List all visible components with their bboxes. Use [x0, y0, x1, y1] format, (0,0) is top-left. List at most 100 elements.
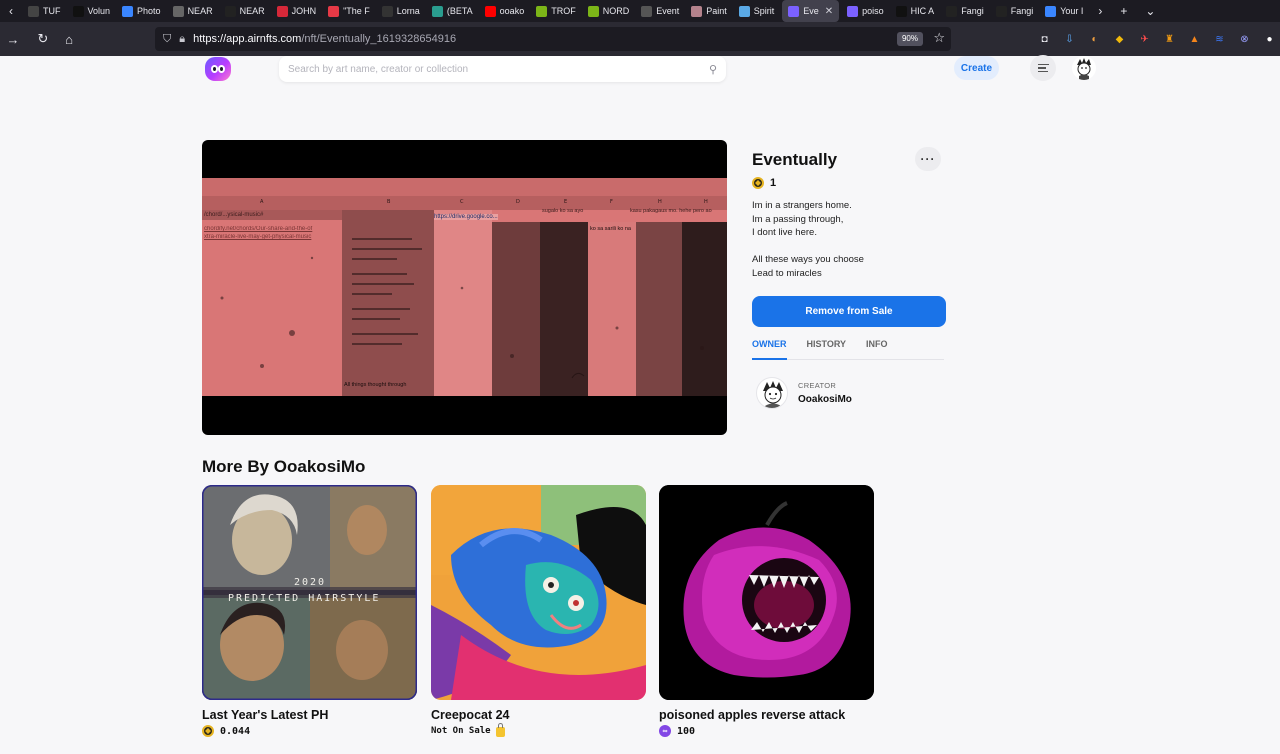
- browser-tab[interactable]: HIC A: [890, 0, 941, 22]
- tab-owner[interactable]: OWNER: [752, 339, 787, 360]
- scroll-tabs-left-icon[interactable]: ‹: [0, 4, 22, 18]
- description-line: [752, 240, 952, 254]
- browser-tab[interactable]: TROF: [530, 0, 582, 22]
- menu-button[interactable]: [1030, 55, 1056, 81]
- browser-tab[interactable]: Fangi: [940, 0, 990, 22]
- browser-tab[interactable]: Spirit: [733, 0, 781, 22]
- list-all-tabs-icon[interactable]: ⌄: [1136, 4, 1164, 18]
- description-line: I dont live here.: [752, 227, 817, 238]
- tab-info[interactable]: INFO: [866, 339, 888, 360]
- nft-media-viewer[interactable]: A B C D E F H H /chord/...ysical-music# chord…: [202, 140, 727, 435]
- tab-label: HIC A: [910, 6, 935, 16]
- extension-dot-icon[interactable]: ●: [1261, 31, 1278, 48]
- tab-label: (BETA: [446, 6, 473, 16]
- browser-tab[interactable]: Paint: [685, 0, 733, 22]
- svg-text:D: D: [516, 199, 520, 205]
- search-bar: ⚲: [279, 56, 726, 82]
- art-text-korin: ko sa sarili ko na: [590, 226, 631, 232]
- tab-history[interactable]: HISTORY: [807, 339, 847, 360]
- user-avatar[interactable]: [1072, 56, 1096, 80]
- scroll-tabs-right-icon[interactable]: ›: [1089, 4, 1111, 18]
- browser-tab[interactable]: JOHN: [271, 0, 323, 22]
- pocket-icon[interactable]: ◘: [1036, 31, 1053, 48]
- browser-tab[interactable]: Event: [635, 0, 685, 22]
- tab-favicon-icon: [431, 5, 443, 17]
- browser-tab[interactable]: TUF: [22, 0, 67, 22]
- tab-favicon-icon: [224, 5, 236, 17]
- tab-favicon-icon: [847, 5, 859, 17]
- create-button[interactable]: Create: [954, 56, 999, 80]
- card-title-creepocat-24[interactable]: Creepocat 24: [431, 708, 510, 722]
- url-host: https://app.airnfts.com: [193, 33, 302, 45]
- browser-tab[interactable]: "The F: [322, 0, 376, 22]
- browser-nav-bar: → ↻ ⌂ ⛉ 🔒︎ https://app.airnfts.com/nft/E…: [0, 22, 1280, 56]
- extension-crescent-icon[interactable]: ◐: [1086, 31, 1103, 48]
- browser-tab[interactable]: NEAR: [219, 0, 271, 22]
- tab-favicon-icon: [536, 5, 548, 17]
- browser-tab[interactable]: Eve ✕: [782, 0, 840, 22]
- close-tab-icon[interactable]: ✕: [825, 6, 833, 17]
- download-icon[interactable]: ⇩: [1061, 31, 1078, 48]
- browser-tab[interactable]: Lorna: [376, 0, 426, 22]
- card-title-poisoned-apples[interactable]: poisoned apples reverse attack: [659, 708, 845, 722]
- browser-tab[interactable]: poiso: [841, 0, 890, 22]
- forward-arrow-icon[interactable]: →: [0, 32, 26, 47]
- svg-text:E: E: [564, 199, 567, 205]
- more-options-button[interactable]: ···: [915, 147, 941, 171]
- url-text[interactable]: https://app.airnfts.com/nft/Eventually_1…: [193, 33, 456, 45]
- art-text-chord: /chord/...ysical-music#: [204, 212, 264, 218]
- tab-favicon-icon: [328, 5, 340, 17]
- extension-red-icon[interactable]: ✈: [1136, 31, 1153, 48]
- browser-tab-strip: ‹ TUF Volun Photo NEAR NEAR JOHN "The F Lorna (B…: [0, 0, 1280, 22]
- zoom-level-badge[interactable]: 90%: [896, 32, 923, 46]
- creator-name-link[interactable]: OoakosiMo: [798, 394, 852, 405]
- nft-card-creepocat-24[interactable]: [431, 485, 646, 700]
- search-input[interactable]: [288, 63, 709, 75]
- tab-favicon-icon: [122, 5, 134, 17]
- svg-text:C: C: [460, 199, 464, 205]
- tab-favicon-icon: [381, 5, 393, 17]
- price-value: 100: [677, 725, 696, 737]
- browser-tab[interactable]: ooako: [479, 0, 531, 22]
- nft-description: Im in a strangers home. Im a passing thro…: [752, 199, 952, 280]
- remove-from-sale-button[interactable]: Remove from Sale: [752, 296, 946, 327]
- card-art-text-year: 2020: [294, 577, 327, 588]
- tab-favicon-icon: [738, 5, 750, 17]
- home-icon[interactable]: ⌂: [56, 32, 82, 47]
- tab-label: Fangi: [961, 6, 984, 16]
- binance-extension-icon[interactable]: ◆: [1111, 31, 1128, 48]
- search-icon[interactable]: ⚲: [709, 63, 717, 76]
- bookmark-star-icon[interactable]: ☆: [933, 30, 945, 46]
- matic-coin-icon: ∞: [659, 725, 671, 737]
- metamask-icon[interactable]: ▲: [1186, 31, 1203, 48]
- new-tab-icon[interactable]: +: [1111, 4, 1136, 18]
- extension-orange-icon[interactable]: ♜: [1161, 31, 1178, 48]
- browser-tab[interactable]: NEAR: [167, 0, 219, 22]
- price-value: 0.044: [220, 725, 251, 737]
- browser-tab[interactable]: Your I: [1039, 0, 1089, 22]
- extension-spiral-icon[interactable]: ⊗: [1236, 31, 1253, 48]
- reload-icon[interactable]: ↻: [30, 31, 56, 47]
- tab-label: TUF: [43, 6, 61, 16]
- shield-icon[interactable]: ⛉: [163, 33, 171, 46]
- browser-tab[interactable]: (BETA: [426, 0, 479, 22]
- tab-favicon-icon: [72, 5, 84, 17]
- card-title-last-years-latest-ph[interactable]: Last Year's Latest PH: [202, 708, 328, 722]
- tab-label: NEAR: [239, 6, 265, 16]
- tab-favicon-icon: [788, 5, 800, 17]
- browser-tab[interactable]: Fangi: [990, 0, 1040, 22]
- creator-avatar[interactable]: [756, 377, 788, 409]
- browser-tab[interactable]: NORD: [582, 0, 636, 22]
- nft-card-last-years-latest-ph[interactable]: 2020 PREDICTED HAIRSTYLE: [202, 485, 417, 700]
- address-bar[interactable]: ⛉ 🔒︎ https://app.airnfts.com/nft/Eventua…: [155, 27, 951, 51]
- nft-artwork: A B C D E F H H /chord/...ysical-music# chord…: [202, 178, 727, 396]
- lock-icon[interactable]: 🔒︎: [179, 33, 185, 46]
- nft-card-poisoned-apples[interactable]: [659, 485, 874, 700]
- airnfts-logo[interactable]: [205, 57, 231, 81]
- extensions-toolbar: ◘ ⇩ ◐ ◆ ✈ ♜ ▲ ≋ ⊗ ●: [1036, 22, 1278, 56]
- browser-tab[interactable]: Photo: [116, 0, 167, 22]
- browser-tab[interactable]: Volun: [67, 0, 117, 22]
- nft-edition: 1: [752, 177, 776, 189]
- extension-blue-icon[interactable]: ≋: [1211, 31, 1228, 48]
- tab-favicon-icon: [587, 5, 599, 17]
